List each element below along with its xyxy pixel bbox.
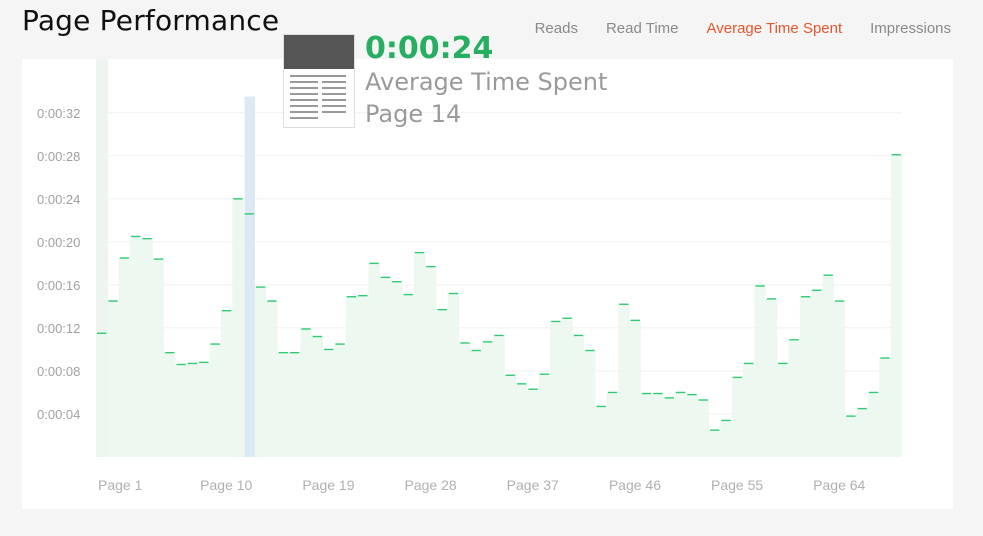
y-tick-label: 0:00:04	[37, 407, 80, 422]
y-tick-label: 0:00:12	[37, 321, 80, 336]
tab-average-time-spent[interactable]: Average Time Spent	[707, 20, 843, 37]
page-title: Page Performance	[22, 4, 280, 37]
y-tick-label: 0:00:24	[37, 192, 80, 207]
y-tick-label: 0:00:08	[37, 364, 80, 379]
x-tick-label: Page 46	[609, 477, 661, 493]
tooltip-metric: Average Time Spent	[365, 68, 608, 96]
x-tick-label: Page 28	[405, 477, 457, 493]
tooltip-page: Page 14	[365, 100, 462, 128]
x-tick-label: Page 10	[200, 477, 252, 493]
highlight-column	[244, 96, 255, 457]
x-tick-label: Page 64	[813, 477, 865, 493]
tooltip-value: 0:00:24	[365, 31, 494, 66]
y-tick-label: 0:00:16	[37, 278, 80, 293]
tab-impressions[interactable]: Impressions	[870, 20, 951, 37]
series-area	[96, 154, 902, 457]
page-thumbnail	[283, 34, 355, 128]
chart-tooltip: 0:00:24 Average Time Spent Page 14	[283, 31, 608, 128]
tab-read-time[interactable]: Read Time	[606, 20, 679, 37]
x-tick-label: Page 55	[711, 477, 763, 493]
x-tick-label: Page 1	[98, 477, 143, 493]
y-tick-label: 0:00:20	[37, 235, 80, 250]
y-tick-label: 0:00:32	[37, 106, 80, 121]
x-tick-label: Page 37	[507, 477, 559, 493]
x-tick-label: Page 19	[302, 477, 354, 493]
y-tick-label: 0:00:28	[37, 149, 80, 164]
